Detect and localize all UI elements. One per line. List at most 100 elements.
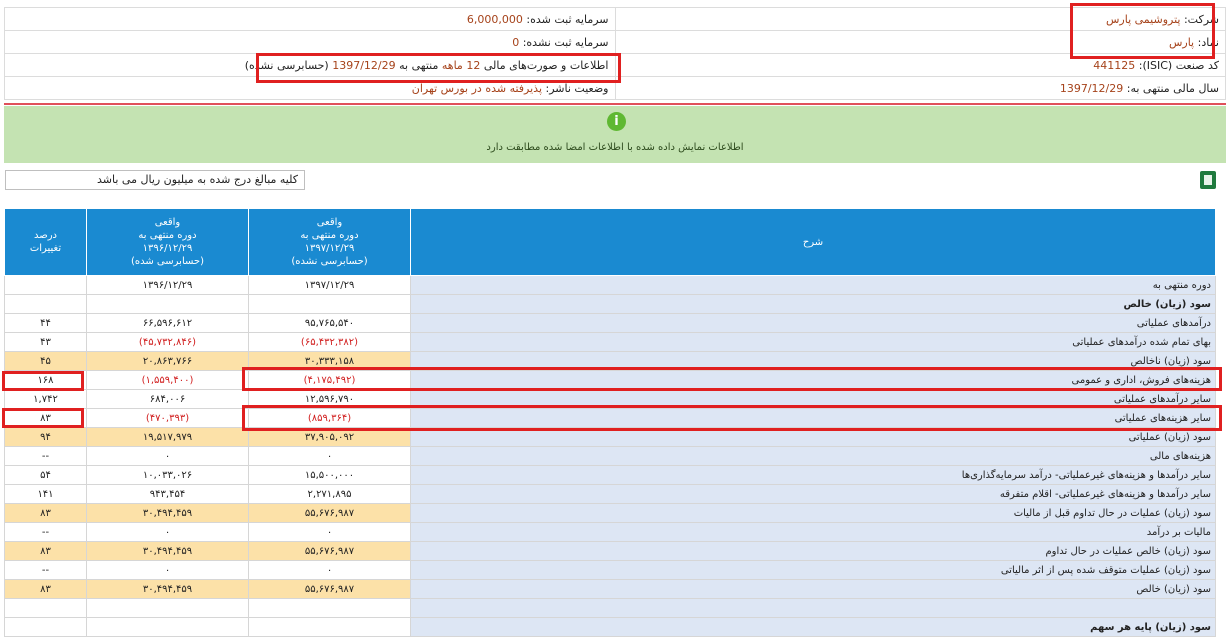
row-change	[4, 598, 87, 618]
row-current-value: ۱۲,۵۹۶,۷۹۰	[248, 389, 411, 409]
table-row: ۸۳ (۴۷۰,۳۹۳) (۸۵۹,۳۶۴) سایر هزینه‌های عملیا…	[4, 408, 1216, 428]
row-current-value	[248, 598, 411, 618]
row-description: سود (زیان) عملیاتی	[410, 427, 1216, 447]
row-previous-value	[86, 598, 249, 618]
header-description: شرح	[410, 208, 1216, 276]
row-change: ۸۳	[4, 579, 87, 599]
row-description: سود (زیان) ناخالص	[410, 351, 1216, 371]
table-row: ۱,۷۴۲ ۶۸۴,۰۰۶ ۱۲,۵۹۶,۷۹۰ سایر درآمدهای عملی…	[4, 389, 1216, 409]
table-row: ۸۳ ۳۰,۴۹۴,۴۵۹ ۵۵,۶۷۶,۹۸۷ سود (زیان) خالص	[4, 579, 1216, 599]
table-row: ۴۴ ۶۶,۵۹۶,۶۱۲ ۹۵,۷۶۵,۵۴۰ درآمدهای عملیاتی	[4, 313, 1216, 333]
row-previous-value	[86, 617, 249, 637]
row-previous-value: ۳۰,۴۹۴,۴۵۹	[86, 503, 249, 523]
row-current-value: (۴,۱۷۵,۴۹۲)	[248, 370, 411, 390]
row-previous-value: ۱۳۹۶/۱۲/۲۹	[86, 275, 249, 295]
row-current-value	[248, 617, 411, 637]
row-current-value: (۶۵,۴۳۲,۳۸۲)	[248, 332, 411, 352]
row-previous-value	[86, 294, 249, 314]
row-change: ۸۳	[4, 408, 87, 428]
row-change: --	[4, 560, 87, 580]
row-previous-value: ۶۶,۵۹۶,۶۱۲	[86, 313, 249, 333]
row-previous-value: ۶۸۴,۰۰۶	[86, 389, 249, 409]
verification-message: اطلاعات نمایش داده شده با اطلاعات امضا ش…	[486, 142, 744, 153]
info-icon: i	[607, 112, 626, 131]
table-row	[4, 598, 1216, 618]
isic-cell: کد صنعت (ISIC): 441125	[614, 53, 1226, 77]
row-change: ۴۴	[4, 313, 87, 333]
table-row: ۱۳۹۶/۱۲/۲۹ ۱۳۹۷/۱۲/۲۹ دوره منتهی به	[4, 275, 1216, 295]
row-previous-value: ۱۹,۵۱۷,۹۷۹	[86, 427, 249, 447]
excel-export-icon[interactable]	[1200, 171, 1216, 189]
row-previous-value: ۱۰,۰۳۳,۰۲۶	[86, 465, 249, 485]
row-change: ۴۳	[4, 332, 87, 352]
row-description: مالیات بر درآمد	[410, 522, 1216, 542]
fiscal-year-cell: سال مالی منتهی به: 1397/12/29	[614, 76, 1226, 100]
row-change: ۸۳	[4, 541, 87, 561]
table-row: ۹۴ ۱۹,۵۱۷,۹۷۹ ۳۷,۹۰۵,۰۹۲ سود (زیان) عملیاتی	[4, 427, 1216, 447]
row-previous-value: ۳۰,۴۹۴,۴۵۹	[86, 579, 249, 599]
verification-banner: i اطلاعات نمایش داده شده با اطلاعات امضا…	[4, 106, 1226, 163]
table-row: سود (زیان) خالص	[4, 294, 1216, 314]
row-previous-value: (۴۵,۷۳۲,۸۴۶)	[86, 332, 249, 352]
table-row: سود (زیان) پایه هر سهم	[4, 617, 1216, 637]
row-change: --	[4, 522, 87, 542]
row-description: سود (زیان) پایه هر سهم	[410, 617, 1216, 637]
header-previous-period: واقعی دوره منتهی به ۱۳۹۶/۱۲/۲۹ (حسابرسی شده…	[86, 208, 249, 276]
table-row: ۸۳ ۳۰,۴۹۴,۴۵۹ ۵۵,۶۷۶,۹۸۷ سود (زیان) خالص عم…	[4, 541, 1216, 561]
row-description: دوره منتهی به	[410, 275, 1216, 295]
row-previous-value: ۳۰,۴۹۴,۴۵۹	[86, 541, 249, 561]
row-current-value: ۵۵,۶۷۶,۹۸۷	[248, 579, 411, 599]
row-current-value: ۵۵,۶۷۶,۹۸۷	[248, 541, 411, 561]
row-change: ۵۴	[4, 465, 87, 485]
statement-title-cell: اطلاعات و صورت‌های مالی 12 ماهه منتهی به…	[4, 53, 616, 77]
table-row: ۱۴۱ ۹۴۳,۴۵۴ ۲,۲۷۱,۸۹۵ سایر درآمدها و هزینه‌…	[4, 484, 1216, 504]
row-description: سایر درآمدها و هزینه‌های غیرعملیاتی- درآ…	[410, 465, 1216, 485]
row-description: سایر درآمدها و هزینه‌های غیرعملیاتی- اقل…	[410, 484, 1216, 504]
row-change: ۱,۷۴۲	[4, 389, 87, 409]
row-description: سود (زیان) خالص	[410, 294, 1216, 314]
registered-capital-cell: سرمایه ثبت شده: 6,000,000	[4, 7, 616, 31]
row-change	[4, 617, 87, 637]
row-current-value: ۲,۲۷۱,۸۹۵	[248, 484, 411, 504]
row-previous-value: ۰	[86, 522, 249, 542]
income-statement-table: درصد تغییرات واقعی دوره منتهی به ۱۳۹۶/۱۲/۲۹…	[4, 208, 1216, 637]
table-row: -- ۰ ۰ سود (زیان) عملیات متوقف شده پس از اث…	[4, 560, 1216, 580]
row-description: هزینه‌های فروش، اداری و عمومی	[410, 370, 1216, 390]
table-row: -- ۰ ۰ مالیات بر درآمد	[4, 522, 1216, 542]
row-current-value: ۹۵,۷۶۵,۵۴۰	[248, 313, 411, 333]
row-change: ۴۵	[4, 351, 87, 371]
separator-line	[4, 103, 1226, 105]
row-current-value: ۰	[248, 446, 411, 466]
row-change: ۱۶۸	[4, 370, 87, 390]
row-change: ۱۴۱	[4, 484, 87, 504]
row-current-value: (۸۵۹,۳۶۴)	[248, 408, 411, 428]
row-current-value: ۳۰,۳۳۳,۱۵۸	[248, 351, 411, 371]
table-row: ۱۶۸ (۱,۵۵۹,۴۰۰) (۴,۱۷۵,۴۹۲) هزینه‌های فروش،…	[4, 370, 1216, 390]
table-row: ۴۳ (۴۵,۷۳۲,۸۴۶) (۶۵,۴۳۲,۳۸۲) بهای تمام شده …	[4, 332, 1216, 352]
row-current-value: ۰	[248, 560, 411, 580]
row-previous-value: ۰	[86, 446, 249, 466]
row-description: سایر درآمدهای عملیاتی	[410, 389, 1216, 409]
row-change: --	[4, 446, 87, 466]
company-info-table: سرمایه ثبت شده: 6,000,000 شرکت: پتروشیمی…	[4, 7, 1226, 100]
header-current-period: واقعی دوره منتهی به ۱۳۹۷/۱۲/۲۹ (حسابرسی نشد…	[248, 208, 411, 276]
row-previous-value: (۴۷۰,۳۹۳)	[86, 408, 249, 428]
symbol-cell: نماد: پارس	[614, 30, 1226, 54]
unit-note: کلیه مبالغ درج شده به میلیون ریال می باش…	[5, 170, 305, 190]
row-previous-value: ۲۰,۸۶۳,۷۶۶	[86, 351, 249, 371]
company-cell: شرکت: پتروشیمی پارس	[614, 7, 1226, 31]
row-previous-value: ۹۴۳,۴۵۴	[86, 484, 249, 504]
row-previous-value: (۱,۵۵۹,۴۰۰)	[86, 370, 249, 390]
row-current-value	[248, 294, 411, 314]
row-change: ۹۴	[4, 427, 87, 447]
row-current-value: ۱۳۹۷/۱۲/۲۹	[248, 275, 411, 295]
row-description: سود (زیان) خالص عملیات در حال تداوم	[410, 541, 1216, 561]
table-row: ۴۵ ۲۰,۸۶۳,۷۶۶ ۳۰,۳۳۳,۱۵۸ سود (زیان) ناخالص	[4, 351, 1216, 371]
row-description: بهای تمام شده درآمدهای عملیاتی	[410, 332, 1216, 352]
header-change: درصد تغییرات	[4, 208, 87, 276]
row-current-value: ۵۵,۶۷۶,۹۸۷	[248, 503, 411, 523]
row-description: هزینه‌های مالی	[410, 446, 1216, 466]
row-change	[4, 275, 87, 295]
table-row: ۸۳ ۳۰,۴۹۴,۴۵۹ ۵۵,۶۷۶,۹۸۷ سود (زیان) عملیات …	[4, 503, 1216, 523]
row-previous-value: ۰	[86, 560, 249, 580]
